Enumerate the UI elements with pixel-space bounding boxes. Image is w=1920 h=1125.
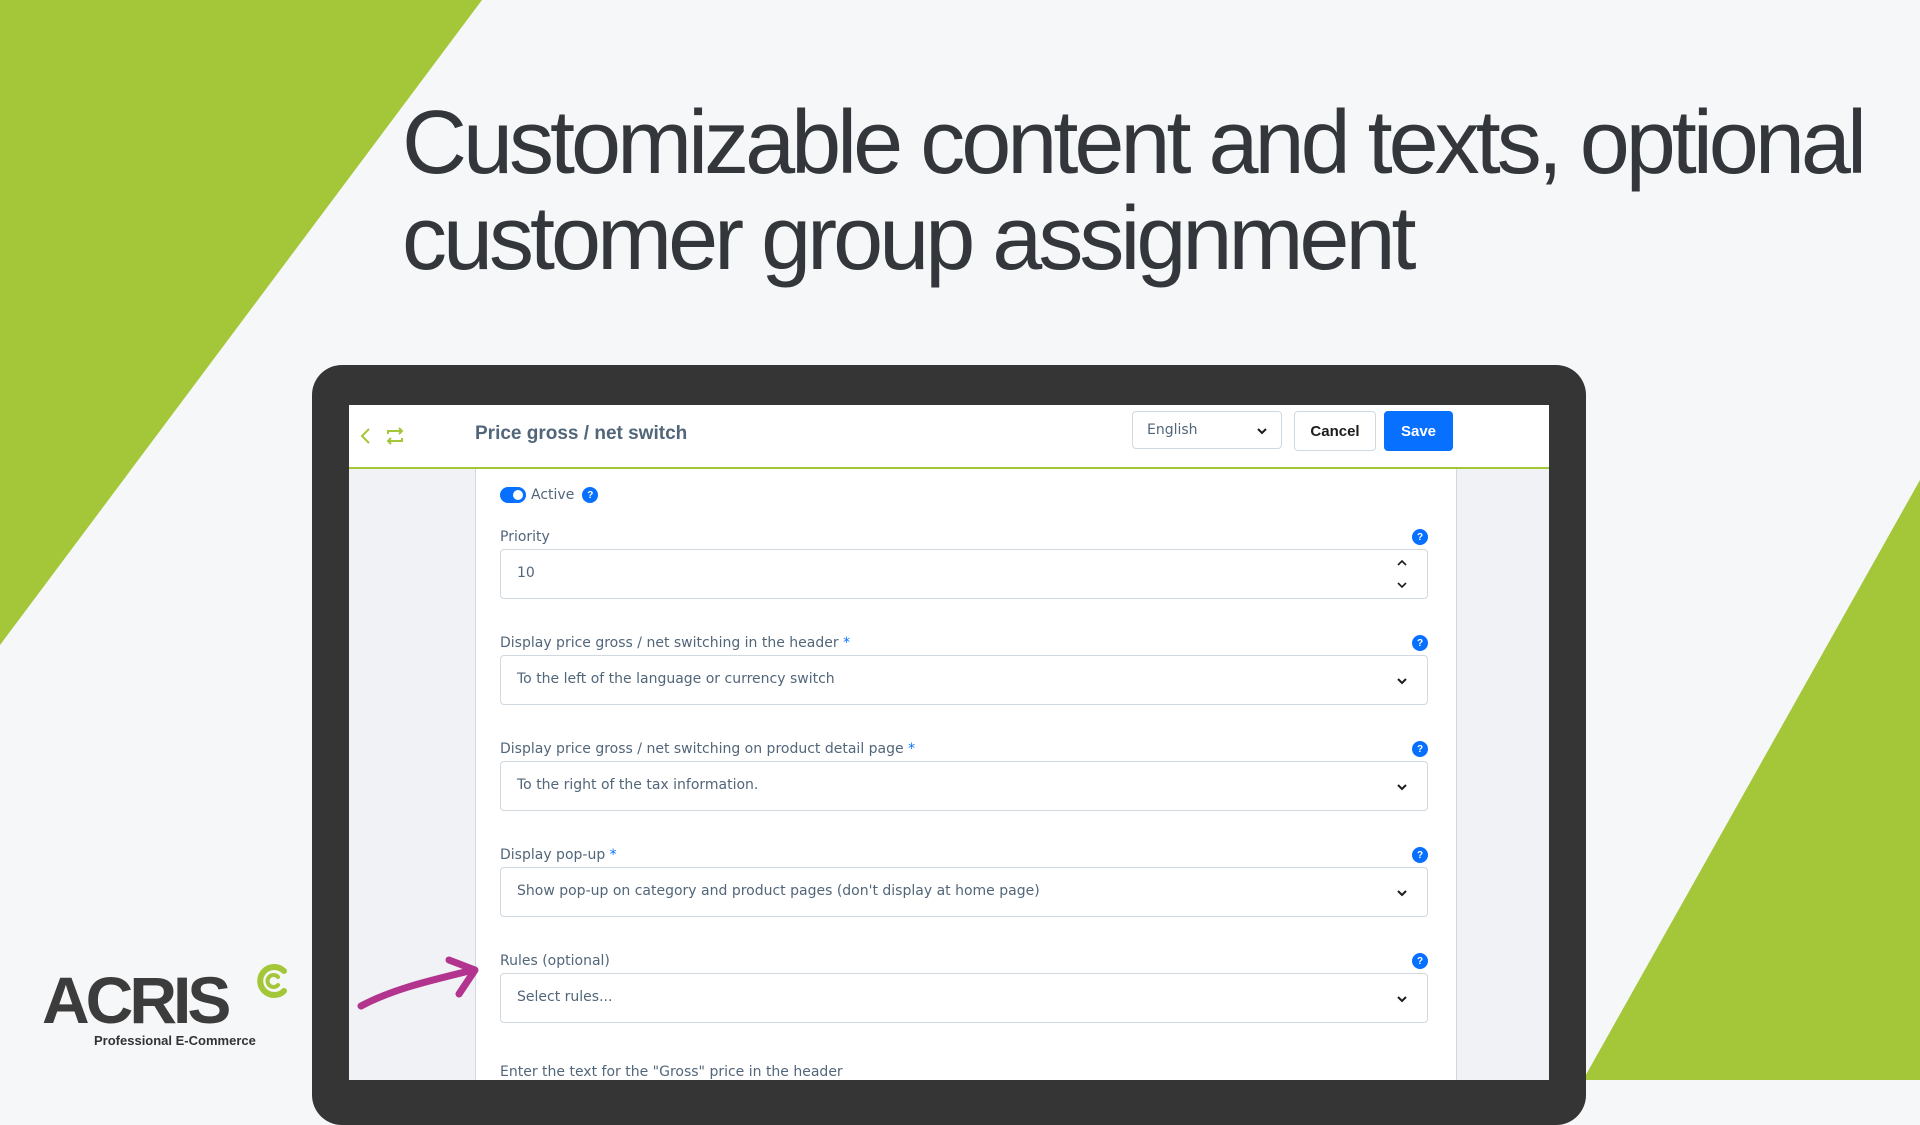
help-icon[interactable]: ? [582, 487, 599, 503]
chevron-down-icon [1397, 890, 1407, 897]
logo-mark-icon [257, 964, 287, 998]
headline: Customizable content and texts, optional… [402, 95, 1902, 287]
pointer-arrow-icon [357, 956, 479, 1010]
cancel-button[interactable]: Cancel [1294, 411, 1376, 451]
detail-switch-label: Display price gross / net switching on p… [500, 741, 916, 757]
help-icon[interactable]: ? [1412, 847, 1428, 863]
rotate-icon[interactable] [382, 422, 408, 450]
header-switch-value: To the left of the language or currency … [517, 671, 835, 687]
help-icon[interactable]: ? [1412, 529, 1428, 545]
chevron-down-icon[interactable] [1395, 578, 1409, 592]
chevron-down-icon [1397, 678, 1407, 685]
priority-label: Priority [500, 529, 550, 545]
back-chevron-icon[interactable] [355, 422, 377, 450]
acris-logo: ACRIS Professional E-Commerce [40, 963, 300, 1055]
language-select-value: English [1147, 422, 1198, 438]
popup-label: Display pop-up * [500, 847, 617, 863]
active-row: Active ? [500, 485, 599, 505]
save-button[interactable]: Save [1384, 411, 1453, 451]
gross-text-label: Enter the text for the "Gross" price in … [500, 1064, 843, 1080]
detail-switch-value: To the right of the tax information. [517, 777, 759, 793]
top-bar: Price gross / net switch English Cancel … [349, 405, 1549, 469]
popup-select[interactable]: Show pop-up on category and product page… [500, 867, 1428, 917]
rules-select[interactable]: Select rules... [500, 973, 1428, 1023]
chevron-down-icon [1397, 784, 1407, 791]
priority-input[interactable]: 10 [500, 549, 1428, 599]
chevron-down-icon [1397, 996, 1407, 1003]
headline-line-1: Customizable content and texts, optional [402, 93, 1867, 193]
language-select[interactable]: English [1132, 411, 1282, 449]
priority-value: 10 [517, 565, 535, 581]
active-label: Active [531, 487, 575, 503]
help-icon[interactable]: ? [1412, 953, 1428, 969]
headline-line-2: customer group assignment [402, 189, 1417, 289]
settings-card: Active ? Priority ? 10 Display price gro… [475, 469, 1457, 1080]
chevron-up-icon[interactable] [1395, 556, 1409, 570]
rules-label: Rules (optional) [500, 953, 610, 969]
header-switch-label: Display price gross / net switching in t… [500, 635, 851, 651]
help-icon[interactable]: ? [1412, 635, 1428, 651]
detail-switch-select[interactable]: To the right of the tax information. [500, 761, 1428, 811]
chevron-down-icon [1257, 428, 1267, 435]
active-toggle[interactable] [500, 487, 526, 503]
logo-wordmark: ACRIS [42, 963, 231, 1037]
popup-value: Show pop-up on category and product page… [517, 883, 1040, 899]
help-icon[interactable]: ? [1412, 741, 1428, 757]
header-switch-select[interactable]: To the left of the language or currency … [500, 655, 1428, 705]
rules-placeholder: Select rules... [517, 989, 613, 1005]
page-title: Price gross / net switch [475, 423, 688, 444]
logo-tagline: Professional E-Commerce [94, 1033, 256, 1048]
admin-screen: Price gross / net switch English Cancel … [349, 405, 1549, 1080]
